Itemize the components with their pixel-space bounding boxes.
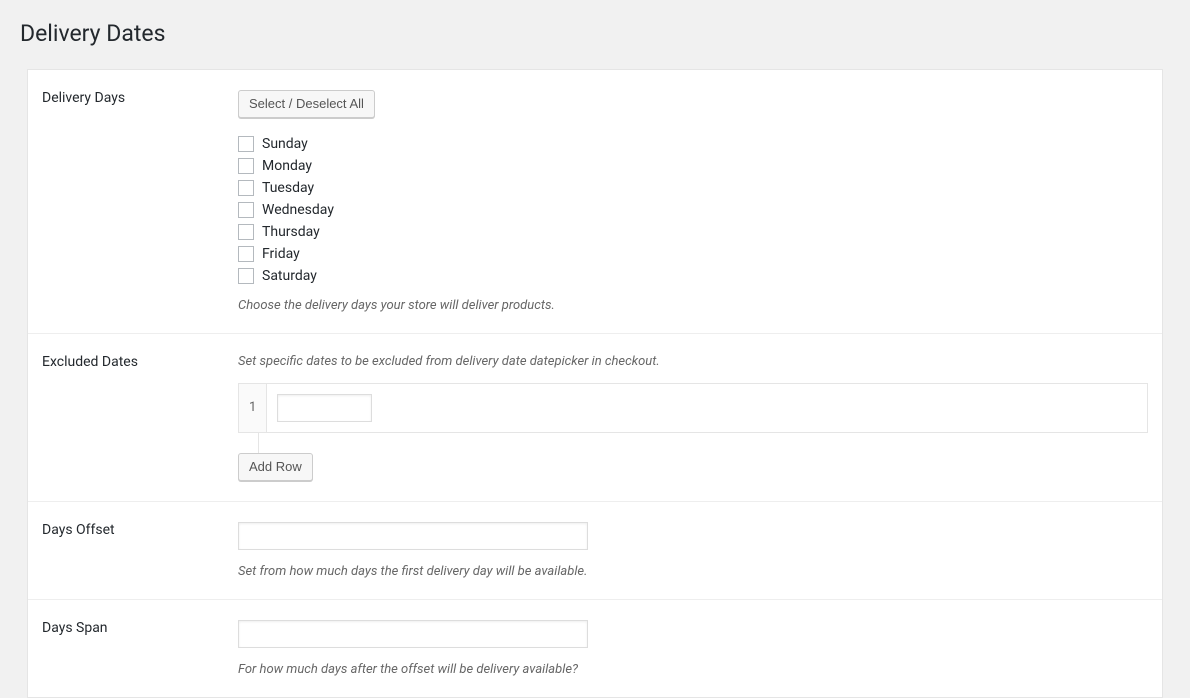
checkbox-label-thursday[interactable]: Thursday bbox=[262, 224, 320, 240]
delivery-days-label: Delivery Days bbox=[28, 70, 228, 334]
checkbox-label-saturday[interactable]: Saturday bbox=[262, 268, 317, 284]
days-span-input[interactable] bbox=[238, 620, 588, 648]
checkbox-friday[interactable] bbox=[238, 246, 254, 262]
excluded-dates-table: 1 bbox=[238, 383, 1148, 433]
checkbox-label-wednesday[interactable]: Wednesday bbox=[262, 202, 334, 218]
checkbox-label-sunday[interactable]: Sunday bbox=[262, 136, 308, 152]
checkbox-sunday[interactable] bbox=[238, 136, 254, 152]
checkbox-wednesday[interactable] bbox=[238, 202, 254, 218]
checkbox-tuesday[interactable] bbox=[238, 180, 254, 196]
add-row-button[interactable]: Add Row bbox=[238, 453, 313, 481]
page-title: Delivery Dates bbox=[20, 10, 1170, 69]
excluded-date-input[interactable] bbox=[277, 394, 372, 422]
checkbox-label-friday[interactable]: Friday bbox=[262, 246, 300, 262]
delivery-days-checkbox-list: Sunday Monday Tuesday bbox=[238, 136, 1148, 284]
excluded-dates-description: Set specific dates to be excluded from d… bbox=[238, 354, 1148, 369]
days-offset-label: Days Offset bbox=[28, 501, 228, 599]
days-span-description: For how much days after the offset will … bbox=[238, 662, 1148, 677]
select-deselect-all-button[interactable]: Select / Deselect All bbox=[238, 90, 375, 118]
add-row-connector bbox=[258, 433, 259, 453]
days-span-label: Days Span bbox=[28, 599, 228, 697]
excluded-dates-label: Excluded Dates bbox=[28, 333, 228, 501]
days-offset-description: Set from how much days the first deliver… bbox=[238, 564, 1148, 579]
checkbox-label-tuesday[interactable]: Tuesday bbox=[262, 180, 314, 196]
checkbox-saturday[interactable] bbox=[238, 268, 254, 284]
excluded-date-row: 1 bbox=[239, 383, 1148, 432]
checkbox-label-monday[interactable]: Monday bbox=[262, 158, 312, 174]
excluded-row-number: 1 bbox=[239, 383, 267, 432]
settings-panel: Delivery Days Select / Deselect All Sund… bbox=[27, 69, 1163, 698]
checkbox-monday[interactable] bbox=[238, 158, 254, 174]
days-offset-input[interactable] bbox=[238, 522, 588, 550]
delivery-days-description: Choose the delivery days your store will… bbox=[238, 298, 1148, 313]
checkbox-thursday[interactable] bbox=[238, 224, 254, 240]
